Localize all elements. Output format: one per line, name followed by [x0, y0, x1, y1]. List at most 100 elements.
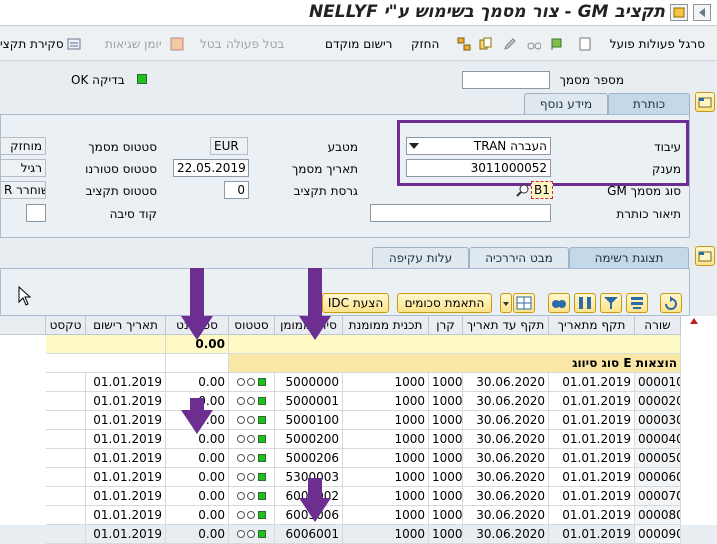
status-green-icon — [258, 435, 266, 443]
budget-overview-button[interactable]: סקירת תקצי — [0, 37, 64, 51]
tab-list-view[interactable]: תצוגת רשימה — [569, 247, 689, 268]
tab-header[interactable]: כותרת — [608, 93, 690, 114]
mouse-cursor-icon — [18, 286, 32, 306]
column-header[interactable]: תקף מתאריך — [549, 316, 635, 335]
tab-hierarchy-view[interactable]: מבט היררכיה — [469, 247, 569, 268]
menu-icon[interactable] — [670, 4, 688, 21]
table-cell-line[interactable]: 000060 — [635, 468, 681, 487]
column-header[interactable]: סטטוס — [229, 316, 275, 335]
match-amounts-button[interactable]: התאמת סכומים — [397, 293, 492, 313]
idc-proposal-button[interactable]: הצעת IDC — [322, 293, 389, 313]
check-ok-label: בדיקה OK — [71, 73, 125, 87]
layout-menu-icon[interactable] — [500, 293, 512, 313]
check-ok-icon — [137, 74, 147, 84]
cancel-button[interactable]: בטל — [200, 37, 222, 51]
status-light-icon — [237, 397, 245, 405]
doc-status-field: מוחזק — [0, 137, 46, 155]
text-cell — [46, 487, 86, 506]
currency-field: EUR — [210, 137, 248, 155]
status-light-icon — [237, 511, 245, 519]
toolbar-actions-button[interactable]: סרגל פעולות פועל — [610, 37, 705, 51]
table-cell-amount: 0.00 — [166, 468, 229, 487]
table-cell-to: 30.06.2020 — [463, 506, 549, 525]
status-cell — [229, 411, 275, 430]
column-header[interactable]: תכנית ממומנת — [343, 316, 429, 335]
layout-icon[interactable] — [513, 293, 535, 313]
hierarchy-icon[interactable] — [457, 37, 471, 51]
total-row-spacer — [229, 335, 681, 354]
text-cell — [46, 449, 86, 468]
filter-icon[interactable] — [600, 293, 622, 313]
status-green-icon — [258, 416, 266, 424]
status-light-icon — [247, 454, 255, 462]
park-button[interactable]: רישום מוקדם — [325, 37, 392, 51]
table-cell-amount: 0.00 — [166, 525, 229, 544]
flag-icon[interactable] — [550, 37, 564, 51]
table-cell-posting_date: 01.01.2019 — [86, 411, 166, 430]
table-cell-line[interactable]: 000030 — [635, 411, 681, 430]
table-cell-from: 01.01.2019 — [549, 392, 635, 411]
table-cell-fund: 1000 — [429, 468, 463, 487]
table-cell-from: 01.01.2019 — [549, 487, 635, 506]
table-cell-line[interactable]: 000080 — [635, 506, 681, 525]
refresh-icon[interactable] — [660, 293, 682, 313]
table-cell-to: 30.06.2020 — [463, 411, 549, 430]
table-cell-class: 5000200 — [275, 430, 343, 449]
table-cell-line[interactable]: 000020 — [635, 392, 681, 411]
back-icon[interactable] — [693, 4, 711, 21]
doc-date-field[interactable]: 22.05.2019 — [173, 159, 249, 177]
doc-number-field[interactable] — [462, 71, 550, 89]
sort-ascending-icon[interactable] — [626, 293, 648, 313]
title-bar: תקציב GM - צור מסמך בשימוש ע"י NELLYF — [0, 0, 717, 26]
overview-icon — [67, 38, 81, 50]
tab-indirect-cost[interactable]: עלות עקיפה — [372, 247, 469, 268]
table-cell-class: 6006001 — [275, 525, 343, 544]
column-header-spacer — [0, 316, 46, 335]
status-cell — [229, 487, 275, 506]
annotation-arrowhead — [181, 316, 213, 340]
document-icon[interactable] — [578, 37, 592, 51]
find-icon[interactable] — [548, 293, 570, 313]
error-log-icon — [170, 37, 184, 51]
expand-list-icon[interactable] — [695, 246, 715, 266]
status-light-icon — [237, 473, 245, 481]
process-dropdown[interactable]: TRAN העברה — [406, 137, 551, 155]
grantor-field[interactable]: 3011000052 — [406, 159, 551, 177]
table-cell-line[interactable]: 000090 — [635, 525, 681, 544]
table-cell-to: 30.06.2020 — [463, 373, 549, 392]
budget-status-field: R שוחרר — [0, 181, 46, 199]
budget-version-label: גרסת תקציב — [293, 184, 358, 198]
hold-button[interactable]: החזק — [411, 37, 439, 51]
column-header[interactable]: טקסט — [46, 316, 86, 335]
status-light-icon — [247, 378, 255, 386]
table-cell-line[interactable]: 000050 — [635, 449, 681, 468]
column-header[interactable]: תקף עד תאריך — [463, 316, 549, 335]
tab-additional-info[interactable]: מידע נוסף — [524, 93, 608, 114]
table-cell-posting_date: 01.01.2019 — [86, 468, 166, 487]
status-light-icon — [237, 435, 245, 443]
glasses-icon[interactable] — [527, 37, 541, 51]
column-header[interactable]: קרן — [429, 316, 463, 335]
budget-version-field[interactable]: 0 — [224, 181, 249, 199]
pencil-icon[interactable] — [503, 37, 517, 51]
undo-button[interactable]: בטל פעולה — [226, 37, 284, 51]
gm-doc-type-field[interactable]: B1 — [531, 181, 553, 199]
table-cell-line[interactable]: 000040 — [635, 430, 681, 449]
expand-header-icon[interactable] — [695, 92, 715, 112]
table-cell-program: 1000 — [343, 392, 429, 411]
column-header[interactable]: שורה — [635, 316, 681, 335]
table-cell-amount: 0.00 — [166, 487, 229, 506]
process-label: עיבוד — [654, 140, 681, 154]
table-cell-program: 1000 — [343, 525, 429, 544]
table-cell-line[interactable]: 000070 — [635, 487, 681, 506]
table-cell-line[interactable]: 000010 — [635, 373, 681, 392]
search-help-icon[interactable] — [516, 183, 530, 197]
status-light-icon — [247, 435, 255, 443]
column-header[interactable]: תאריך רישום — [86, 316, 166, 335]
copy-icon[interactable] — [479, 37, 493, 51]
header-desc-field[interactable] — [370, 204, 551, 222]
find-next-icon[interactable] — [574, 293, 596, 313]
reason-code-field[interactable] — [26, 204, 46, 222]
table-cell-to: 30.06.2020 — [463, 392, 549, 411]
error-log-button[interactable]: יומן שגיאות — [105, 37, 162, 51]
